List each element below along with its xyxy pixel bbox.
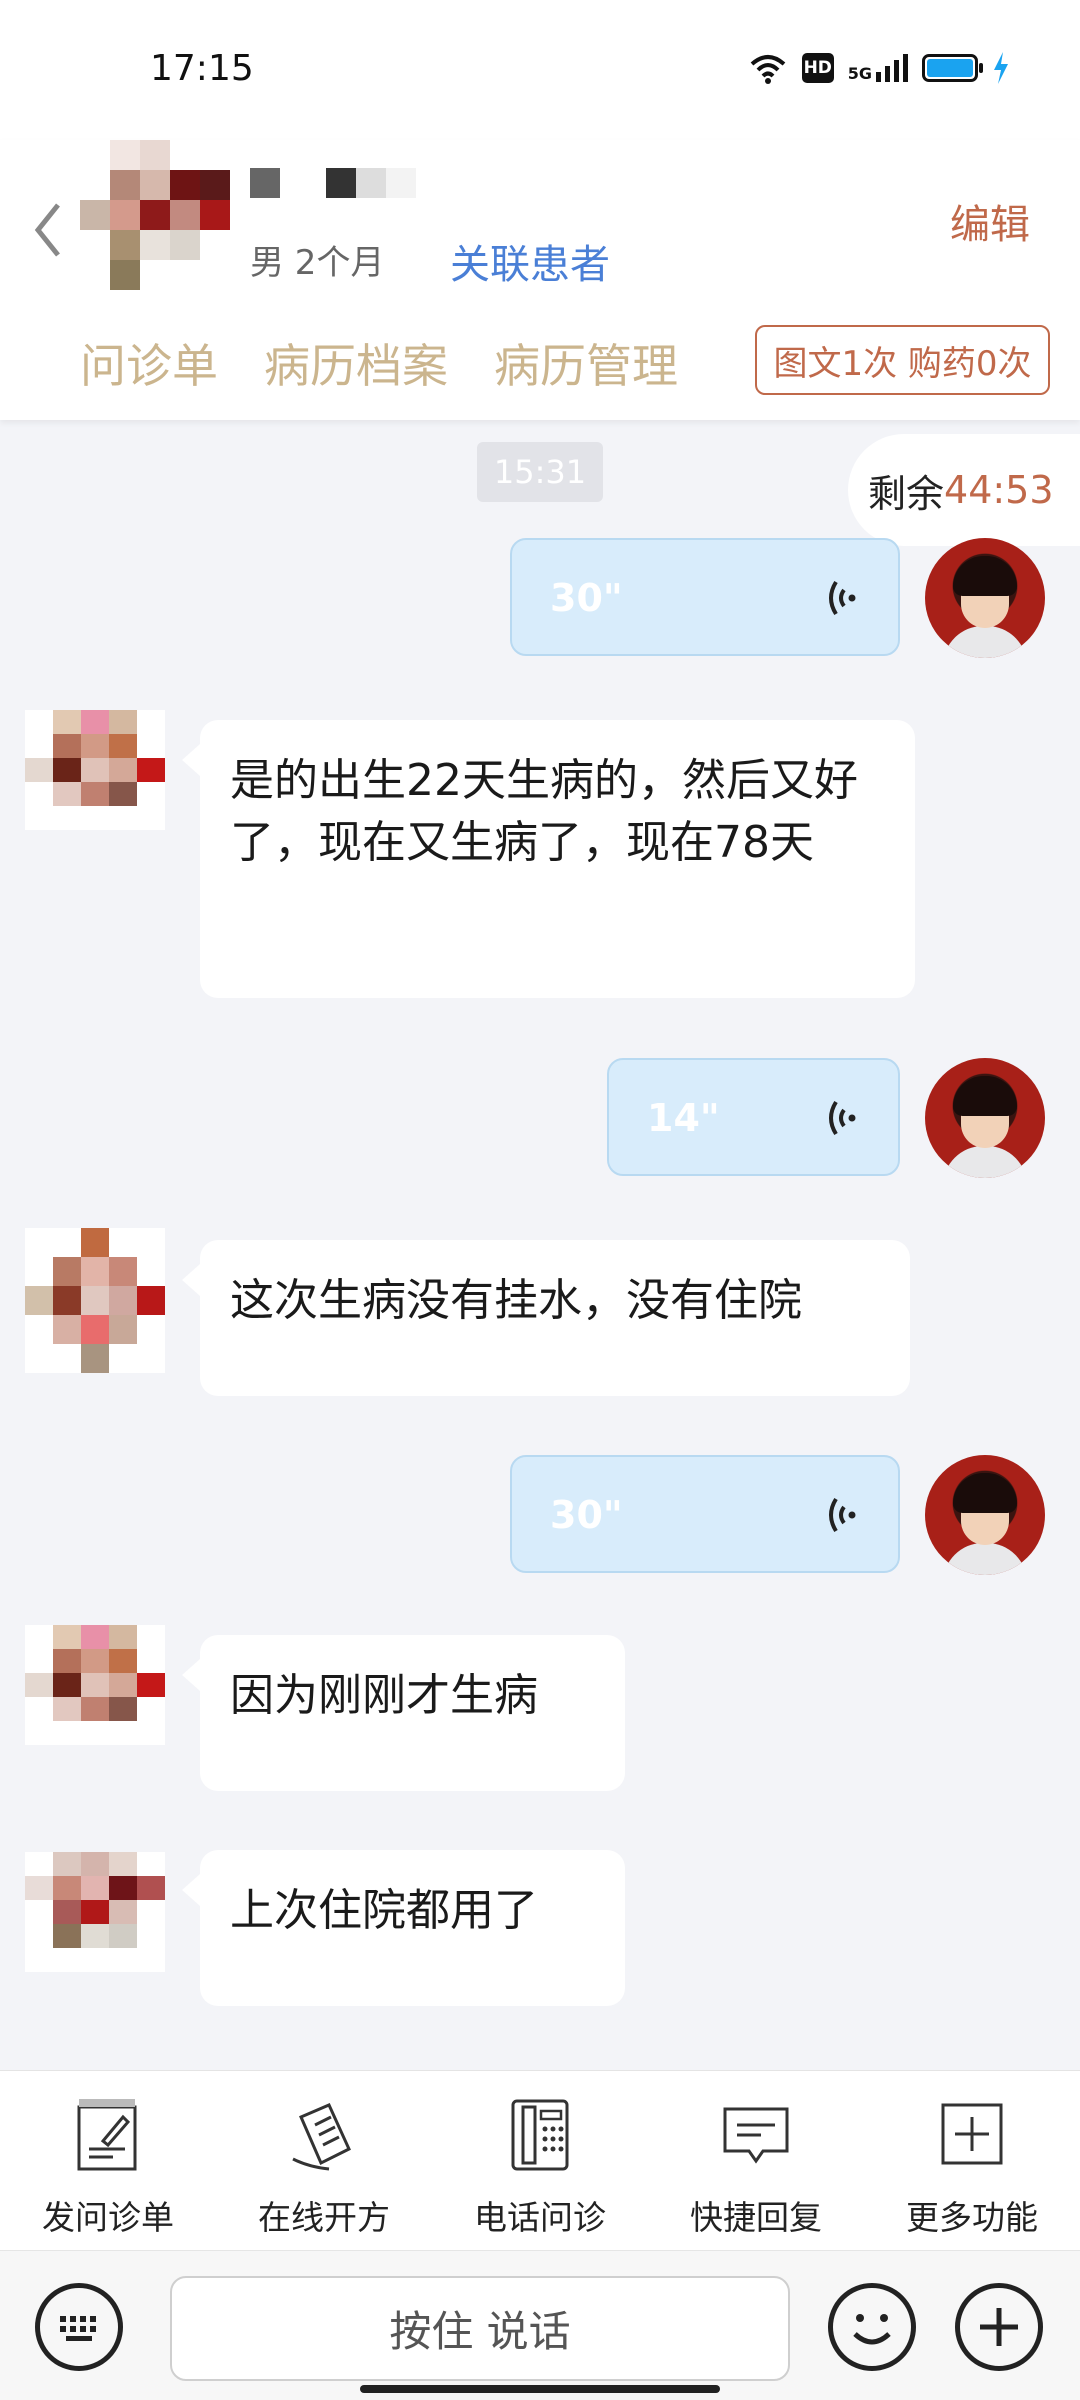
keyboard-icon [60,2316,96,2341]
signal-icon: 5G [848,54,908,82]
plus-icon [980,2308,1018,2346]
prescription-icon [292,2103,351,2171]
tool-label: 更多功能 [906,2198,1038,2237]
voice-duration: 14" [647,1096,720,1140]
emoji-button[interactable] [828,2283,916,2371]
quick-reply-button[interactable]: 快捷回复 [648,2071,864,2251]
status-icons: HD 5G [748,52,1010,84]
more-functions-button[interactable]: 更多功能 [864,2071,1080,2251]
add-attachment-button[interactable] [955,2283,1043,2371]
voice-message[interactable]: 30" [510,1455,900,1573]
text-message[interactable]: 因为刚刚才生病 [182,1635,625,1791]
edit-button[interactable]: 编辑 [950,192,1030,250]
voice-message[interactable]: 14" [607,1058,900,1176]
voice-wave-icon [829,580,856,616]
doctor-avatar[interactable] [925,1455,1045,1575]
hd-icon: HD [801,53,834,83]
voice-wave-icon [829,1497,856,1533]
timestamp-chip: 15:31 [477,442,603,502]
tab-medical-records[interactable]: 病历档案 [264,330,448,396]
doctor-avatar[interactable] [925,538,1045,658]
patient-chat-avatar[interactable] [25,1625,165,1745]
text-message[interactable]: 上次住院都用了 [182,1850,625,2006]
patient-avatar[interactable] [80,140,230,290]
text-message[interactable]: 是的出生22天生病的，然后又好了，现在又生病了，现在78天 [182,720,915,998]
send-form-button[interactable]: 发问诊单 [0,2071,216,2251]
status-bar: 17:15 HD 5G [0,0,1080,140]
form-icon [77,2099,137,2171]
chat-area[interactable]: 15:31 剩余 44:53 30" 是的出生22天生病的，然后又好了，现在又生病… [0,420,1080,2070]
home-indicator[interactable] [360,2385,720,2393]
smiley-icon [853,2314,891,2345]
remaining-countdown: 44:53 [944,468,1054,512]
network-label: 5G [847,64,872,83]
voice-duration: 30" [550,576,623,620]
doctor-avatar[interactable] [925,1058,1045,1178]
back-icon[interactable] [30,195,70,265]
tool-label: 电话问诊 [474,2198,606,2237]
tab-consultation-form[interactable]: 问诊单 [80,330,218,396]
action-toolbar: 发问诊单 在线开方 电话问诊 快捷回复 更多功能 [0,2070,1080,2250]
chat-header: 男 2个月 关联患者 编辑 问诊单 病历档案 病历管理 图文1次 购药0次 [0,140,1080,420]
service-count-badge[interactable]: 图文1次 购药0次 [755,325,1050,395]
patient-chat-avatar[interactable] [25,710,165,830]
header-tabs: 问诊单 病历档案 病历管理 [80,330,678,396]
text-message[interactable]: 这次生病没有挂水，没有住院 [182,1240,910,1396]
tool-label: 发问诊单 [42,2198,174,2237]
tab-record-management[interactable]: 病历管理 [494,330,678,396]
status-time: 17:15 [150,48,254,89]
input-bar: 按住 说话 [0,2250,1080,2400]
link-patient-button[interactable]: 关联患者 [450,232,610,290]
more-icon [941,2103,1003,2165]
voice-wave-icon [829,1100,856,1136]
quick-reply-icon [723,2107,789,2164]
remaining-time: 剩余 44:53 [848,434,1080,546]
voice-duration: 30" [550,1493,623,1537]
keyboard-toggle-button[interactable] [35,2283,123,2371]
phone-consult-button[interactable]: 电话问诊 [432,2071,648,2251]
patient-chat-avatar[interactable] [25,1852,165,1972]
tool-label: 快捷回复 [690,2198,822,2237]
phone-icon [511,2099,569,2171]
battery-icon [922,54,983,82]
tool-label: 在线开方 [258,2198,390,2237]
hold-to-talk-button[interactable]: 按住 说话 [170,2276,790,2381]
online-prescription-button[interactable]: 在线开方 [216,2071,432,2251]
voice-message[interactable]: 30" [510,538,900,656]
charging-icon [994,52,1008,84]
patient-meta: 男 2个月 [250,243,385,283]
patient-chat-avatar[interactable] [25,1228,165,1373]
remaining-label: 剩余 [868,471,945,516]
wifi-icon [750,55,786,84]
patient-name [250,168,416,198]
